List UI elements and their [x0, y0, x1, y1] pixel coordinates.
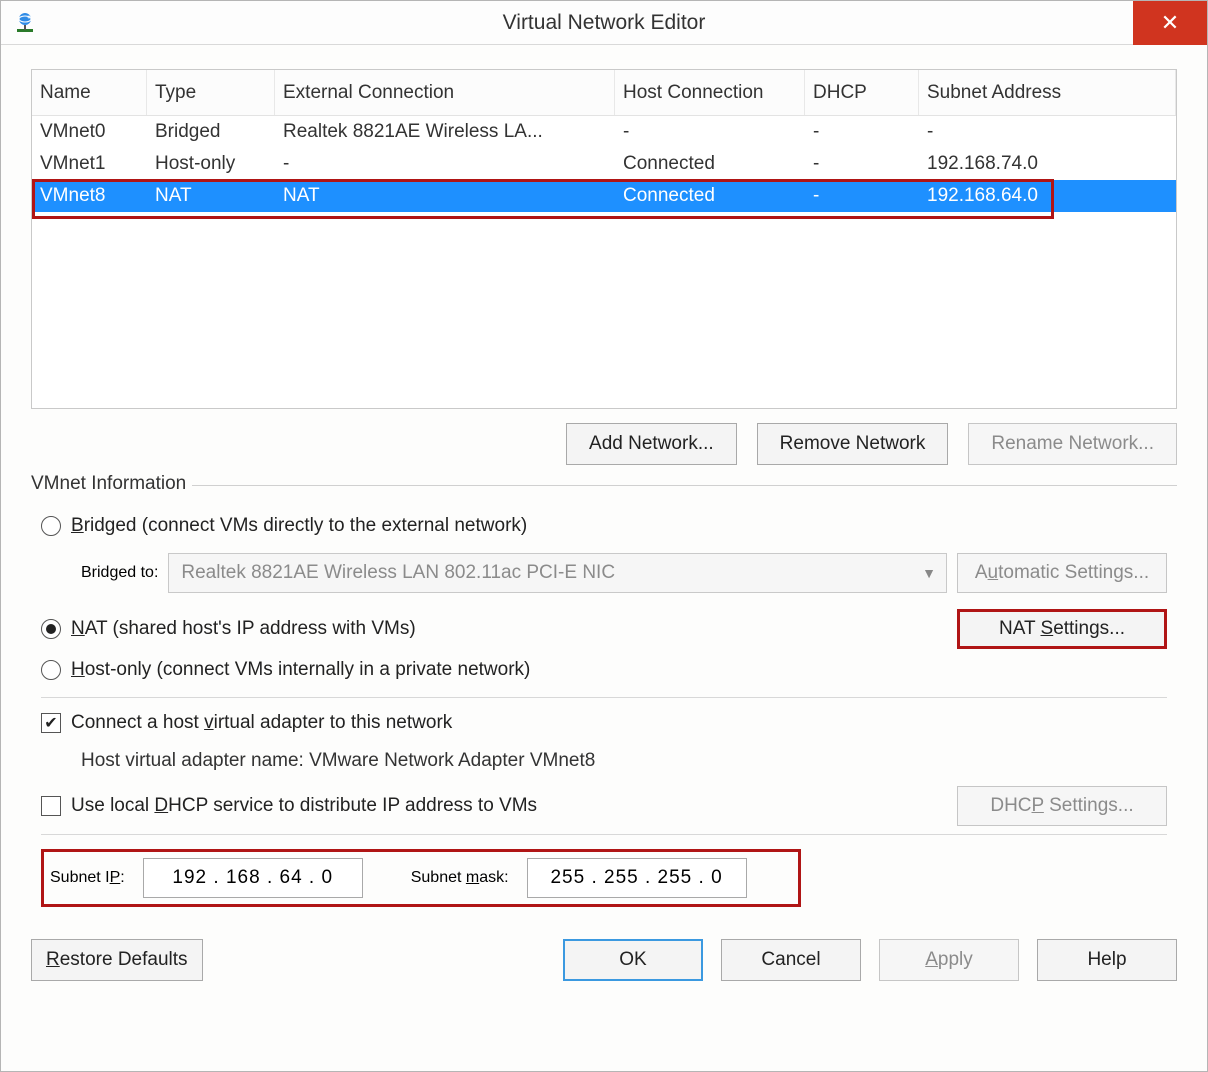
automatic-settings-button: Automatic Settings...: [957, 553, 1167, 593]
th-type[interactable]: Type: [147, 70, 275, 115]
table-row[interactable]: VMnet0 Bridged Realtek 8821AE Wireless L…: [32, 116, 1176, 148]
checkbox-connect-host-label: Connect a host virtual adapter to this n…: [71, 712, 452, 734]
label: Automatic Settings...: [975, 562, 1149, 584]
label: Help: [1087, 949, 1126, 971]
cancel-button[interactable]: Cancel: [721, 939, 861, 981]
cell-subnet: -: [919, 121, 1176, 143]
cell-type: Bridged: [147, 121, 275, 143]
bridged-to-select: Realtek 8821AE Wireless LAN 802.11ac PCI…: [168, 553, 947, 593]
table-header: Name Type External Connection Host Conne…: [32, 70, 1176, 116]
app-icon: [13, 11, 37, 35]
label: DHCP Settings...: [990, 795, 1133, 817]
cell-name: VMnet0: [32, 121, 147, 143]
cell-subnet: 192.168.74.0: [919, 153, 1176, 175]
th-host[interactable]: Host Connection: [615, 70, 805, 115]
table-button-row: Add Network... Remove Network Rename Net…: [31, 423, 1177, 465]
cell-subnet: 192.168.64.0: [919, 185, 1176, 207]
restore-defaults-button[interactable]: Restore Defaults: [31, 939, 203, 981]
content-area: Name Type External Connection Host Conne…: [1, 45, 1207, 1071]
bridged-radio-row[interactable]: Bridged (connect VMs directly to the ext…: [41, 515, 1167, 537]
separator: [41, 834, 1167, 835]
close-button[interactable]: ✕: [1133, 1, 1207, 45]
separator: [41, 697, 1167, 698]
cell-type: Host-only: [147, 153, 275, 175]
radio-hostonly-label: Host-only (connect VMs internally in a p…: [71, 659, 530, 681]
cell-host: Connected: [615, 153, 805, 175]
titlebar: Virtual Network Editor ✕: [1, 1, 1207, 45]
checkbox-use-dhcp[interactable]: [41, 796, 61, 816]
ok-button[interactable]: OK: [563, 939, 703, 981]
bridged-to-label: Bridged to:: [81, 564, 158, 582]
dhcp-settings-button: DHCP Settings...: [957, 786, 1167, 826]
th-name[interactable]: Name: [32, 70, 147, 115]
network-table: Name Type External Connection Host Conne…: [31, 69, 1177, 409]
hostonly-radio-row[interactable]: Host-only (connect VMs internally in a p…: [41, 659, 1167, 681]
nat-settings-button[interactable]: NAT Settings...: [957, 609, 1167, 649]
label: Remove Network: [780, 433, 926, 455]
close-icon: ✕: [1161, 10, 1179, 36]
use-dhcp-row[interactable]: Use local DHCP service to distribute IP …: [41, 795, 537, 817]
table-row[interactable]: VMnet1 Host-only - Connected - 192.168.7…: [32, 148, 1176, 180]
radio-bridged-label: Bridged (connect VMs directly to the ext…: [71, 515, 527, 537]
radio-hostonly[interactable]: [41, 660, 61, 680]
window: Virtual Network Editor ✕ Name Type Exter…: [0, 0, 1208, 1072]
label: NAT Settings...: [999, 618, 1125, 640]
subnet-ip-label: Subnet IP:: [50, 869, 125, 887]
cell-name: VMnet8: [32, 185, 147, 207]
subnet-row: Subnet IP: 192 . 168 . 64 . 0 Subnet mas…: [41, 849, 801, 907]
help-button[interactable]: Help: [1037, 939, 1177, 981]
cell-ext: Realtek 8821AE Wireless LA...: [275, 121, 615, 143]
checkbox-connect-host[interactable]: ✔: [41, 713, 61, 733]
label: Cancel: [761, 949, 820, 971]
cell-type: NAT: [147, 185, 275, 207]
radio-nat-label: NAT (shared host's IP address with VMs): [71, 618, 416, 640]
cell-ext: -: [275, 153, 615, 175]
label: OK: [619, 949, 646, 971]
th-subnet[interactable]: Subnet Address: [919, 70, 1176, 115]
chevron-down-icon: ▼: [922, 565, 936, 581]
select-value: Realtek 8821AE Wireless LAN 802.11ac PCI…: [181, 562, 615, 584]
checkbox-use-dhcp-label: Use local DHCP service to distribute IP …: [71, 795, 537, 817]
table-row-selected[interactable]: VMnet8 NAT NAT Connected - 192.168.64.0: [32, 180, 1176, 212]
radio-nat[interactable]: [41, 619, 61, 639]
fieldset-legend: VMnet Information: [31, 473, 192, 495]
vmnet-info-fieldset: VMnet Information Bridged (connect VMs d…: [31, 485, 1177, 917]
label: Rename Network...: [991, 433, 1154, 455]
connect-host-adapter-row[interactable]: ✔ Connect a host virtual adapter to this…: [41, 712, 1167, 734]
nat-radio-row[interactable]: NAT (shared host's IP address with VMs): [41, 618, 416, 640]
label: Apply: [925, 949, 973, 971]
bridged-to-row: Bridged to: Realtek 8821AE Wireless LAN …: [81, 553, 1167, 593]
cell-host: Connected: [615, 185, 805, 207]
host-adapter-name: Host virtual adapter name: VMware Networ…: [81, 750, 1167, 772]
rename-network-button: Rename Network...: [968, 423, 1177, 465]
footer-button-row: Restore Defaults OK Cancel Apply Help: [31, 939, 1177, 981]
label: Add Network...: [589, 433, 714, 455]
th-external[interactable]: External Connection: [275, 70, 615, 115]
th-dhcp[interactable]: DHCP: [805, 70, 919, 115]
cell-dhcp: -: [805, 185, 919, 207]
cell-dhcp: -: [805, 153, 919, 175]
value: 255 . 255 . 255 . 0: [550, 867, 722, 889]
subnet-mask-input[interactable]: 255 . 255 . 255 . 0: [527, 858, 747, 898]
cell-host: -: [615, 121, 805, 143]
label: Restore Defaults: [46, 949, 188, 971]
subnet-mask-label: Subnet mask:: [411, 869, 509, 887]
apply-button: Apply: [879, 939, 1019, 981]
add-network-button[interactable]: Add Network...: [566, 423, 737, 465]
subnet-ip-input[interactable]: 192 . 168 . 64 . 0: [143, 858, 363, 898]
cell-name: VMnet1: [32, 153, 147, 175]
radio-bridged[interactable]: [41, 516, 61, 536]
cell-ext: NAT: [275, 185, 615, 207]
remove-network-button[interactable]: Remove Network: [757, 423, 949, 465]
cell-dhcp: -: [805, 121, 919, 143]
value: 192 . 168 . 64 . 0: [172, 867, 333, 889]
window-title: Virtual Network Editor: [503, 11, 706, 35]
